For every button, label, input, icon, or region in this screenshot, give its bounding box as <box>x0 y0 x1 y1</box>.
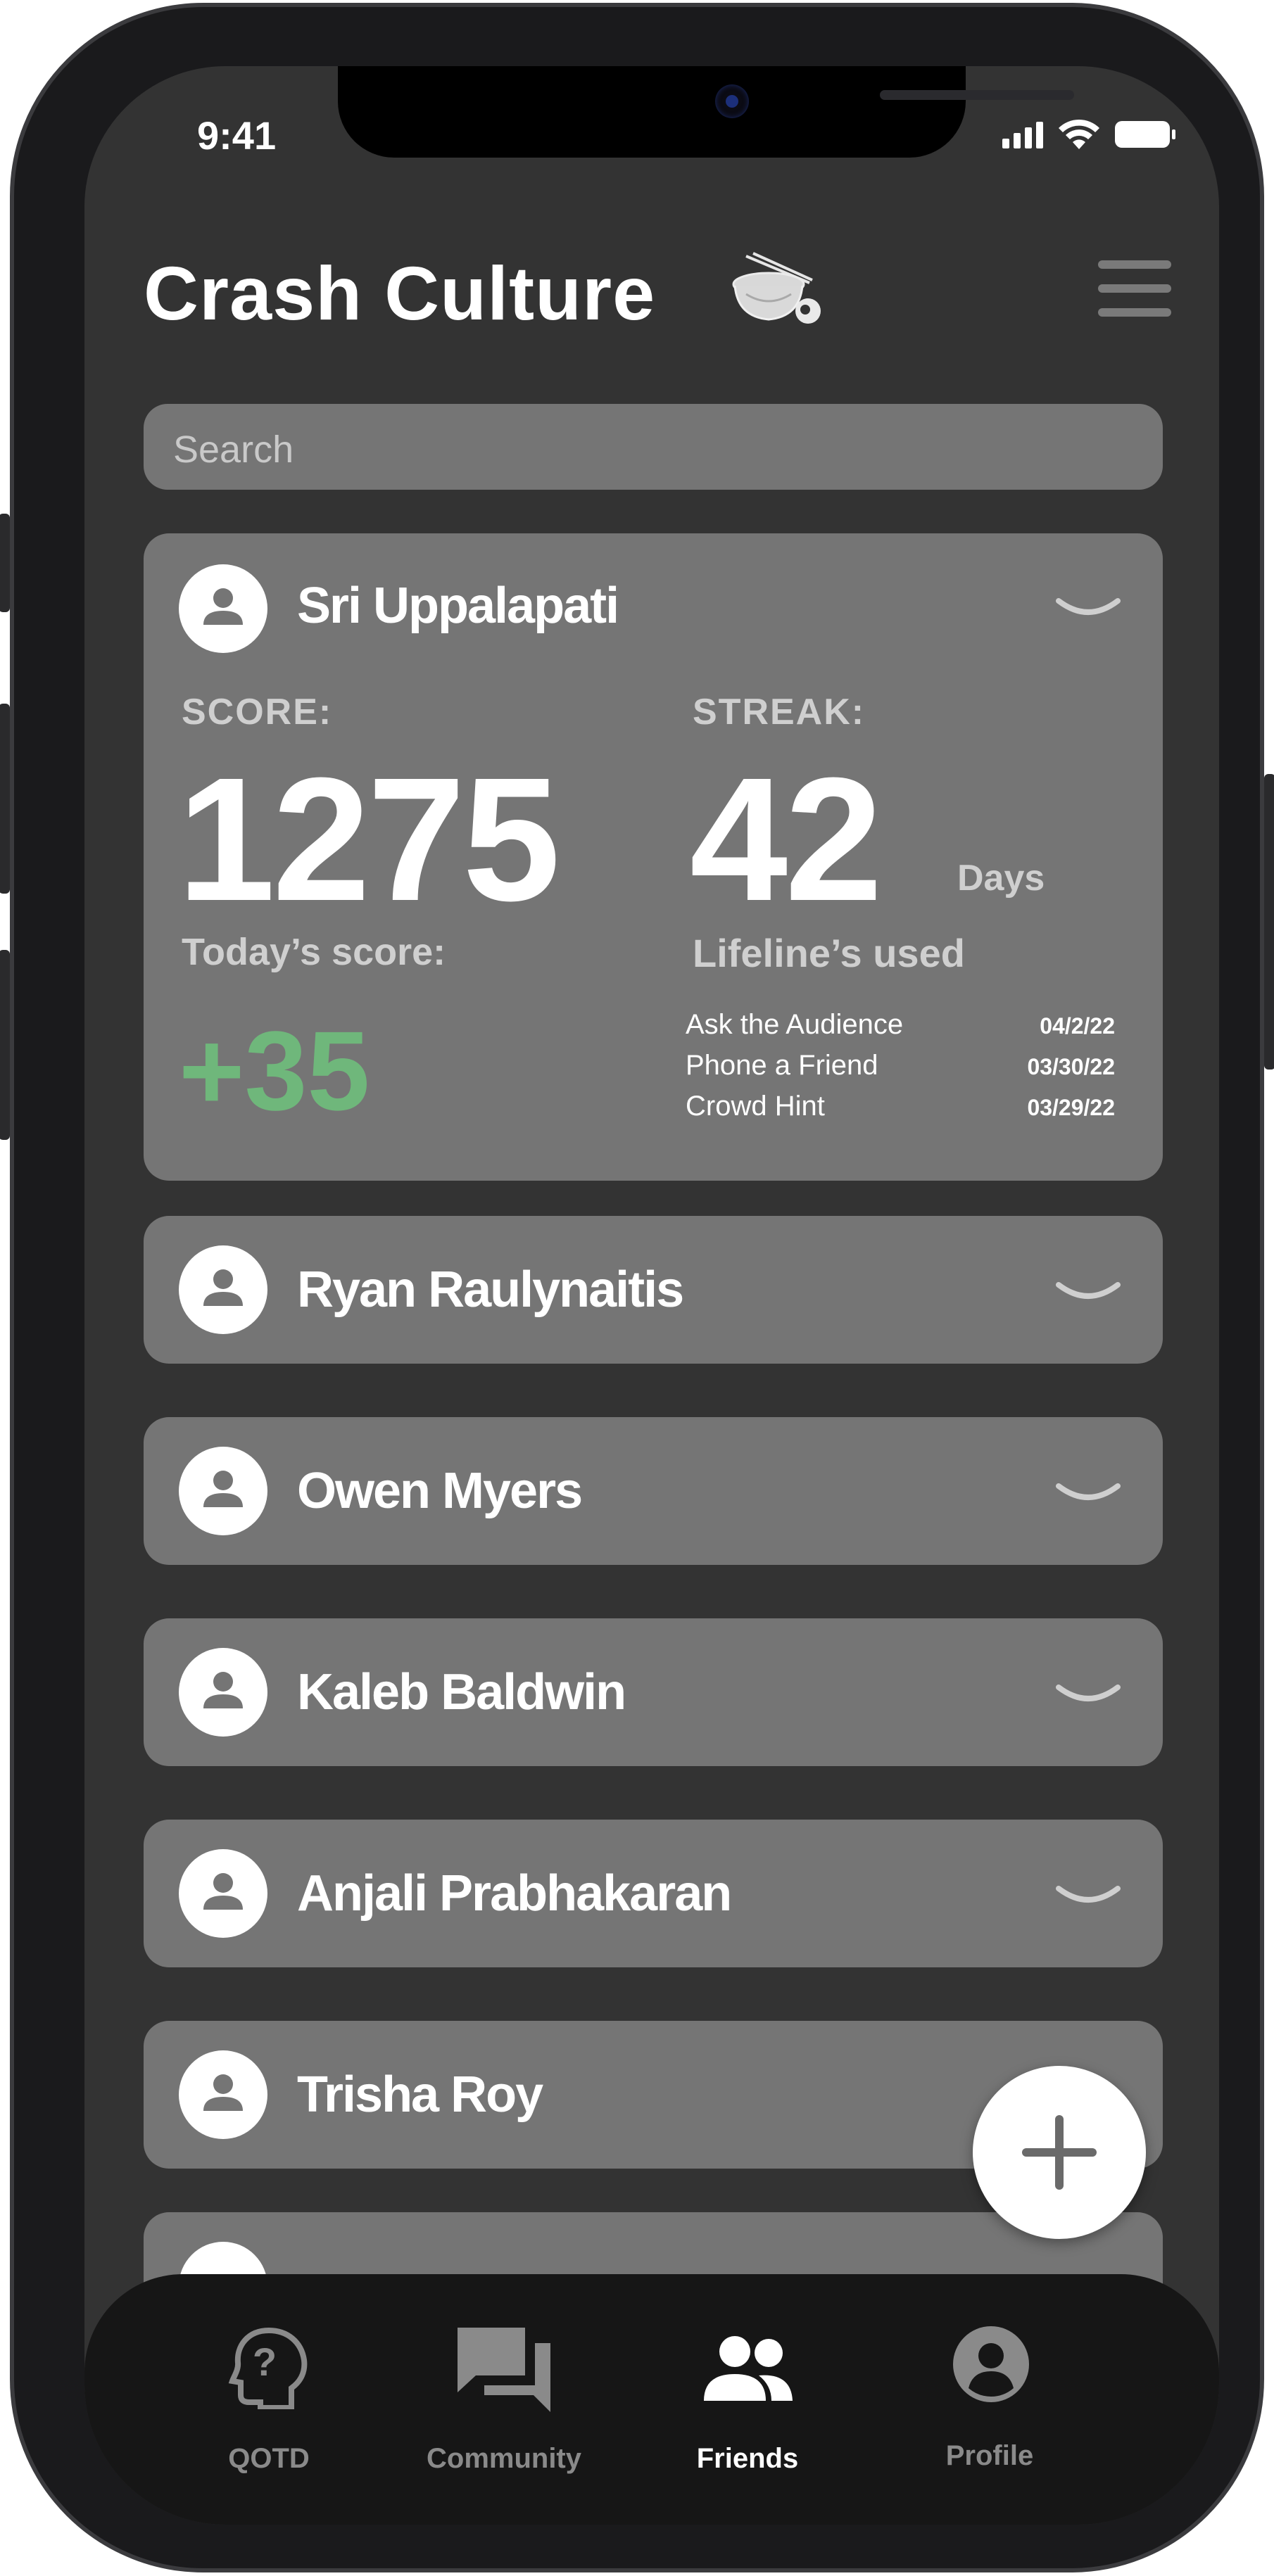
avatar-icon <box>179 1849 267 1938</box>
status-time: 9:41 <box>197 113 277 158</box>
score-label: SCORE: <box>182 692 333 732</box>
chevron-down-icon[interactable] <box>1054 1880 1122 1911</box>
today-score-value: +35 <box>179 1008 370 1134</box>
svg-text:?: ? <box>253 2340 277 2384</box>
lifeline-name: Ask the Audience <box>686 1009 904 1040</box>
friend-name: Kaleb Baldwin <box>297 1664 626 1720</box>
lifeline-row: Ask the Audience 04/2/22 <box>686 1009 1115 1041</box>
lifeline-date: 03/30/22 <box>1027 1054 1115 1079</box>
avatar-icon <box>179 2050 267 2139</box>
add-friend-button[interactable] <box>973 2066 1146 2239</box>
chevron-down-icon[interactable] <box>1054 1276 1122 1307</box>
hamburger-menu-icon[interactable] <box>1098 260 1171 317</box>
chevron-up-icon[interactable] <box>1054 592 1122 623</box>
friend-card[interactable]: Owen Myers <box>144 1417 1163 1565</box>
friend-name: Anjali Prabhakaran <box>297 1865 732 1922</box>
notch <box>338 66 1074 158</box>
streak-value: 42 <box>690 741 883 937</box>
tab-label: Friends <box>696 2443 799 2474</box>
people-icon <box>704 2336 793 2401</box>
lifeline-name: Crowd Hint <box>686 1091 825 1122</box>
battery-icon <box>1115 121 1175 148</box>
avatar-icon <box>179 1447 267 1535</box>
chevron-down-icon[interactable] <box>1054 1679 1122 1710</box>
chat-bubbles-icon <box>458 2328 550 2412</box>
friend-name: Ryan Raulynaitis <box>297 1262 684 1318</box>
front-camera <box>715 84 749 118</box>
mute-switch <box>0 514 10 612</box>
speaker <box>880 90 1074 100</box>
friend-name: Trisha Roy <box>297 2067 543 2123</box>
status-icons <box>1002 118 1175 151</box>
device-frame: 9:41 Crash Culture Search Sri Uppalapati… <box>0 3 1274 2572</box>
lifeline-row: Crowd Hint 03/29/22 <box>686 1091 1115 1122</box>
friend-card[interactable]: Kaleb Baldwin <box>144 1618 1163 1766</box>
cellular-signal-icon <box>1002 120 1043 148</box>
lifeline-date: 03/29/22 <box>1027 1095 1115 1120</box>
power-button <box>1264 774 1274 1070</box>
lifeline-row: Phone a Friend 03/30/22 <box>686 1050 1115 1081</box>
volume-up-button <box>0 704 10 894</box>
app-title: Crash Culture <box>144 250 656 336</box>
friend-card[interactable]: Anjali Prabhakaran <box>144 1820 1163 1967</box>
tab-label: QOTD <box>228 2443 310 2474</box>
tab-label: Profile <box>945 2440 1034 2471</box>
friend-card[interactable]: Ryan Raulynaitis <box>144 1216 1163 1364</box>
ramen-bowl-logo-icon <box>732 252 821 324</box>
app-screen: 9:41 Crash Culture Search Sri Uppalapati… <box>84 66 1219 2525</box>
friend-card-expanded[interactable]: Sri Uppalapati SCORE: STREAK: 1275 42 Da… <box>144 533 1163 1181</box>
avatar-icon <box>179 1245 267 1334</box>
tab-label: Community <box>427 2443 581 2474</box>
lifeline-date: 04/2/22 <box>1040 1013 1115 1039</box>
streak-unit: Days <box>957 858 1045 899</box>
today-score-label: Today’s score: <box>182 931 446 973</box>
wifi-icon <box>1059 119 1099 149</box>
profile-icon <box>953 2326 1029 2402</box>
streak-label: STREAK: <box>693 692 866 732</box>
volume-down-button <box>0 950 10 1140</box>
question-head-icon: ? <box>228 2327 308 2409</box>
score-value: 1275 <box>177 741 560 937</box>
avatar-icon <box>179 564 267 653</box>
lifelines-title: Lifeline’s used <box>693 931 965 975</box>
friend-name: Owen Myers <box>297 1463 583 1519</box>
friend-name: Sri Uppalapati <box>297 578 619 634</box>
plus-icon <box>1022 2115 1097 2190</box>
chevron-down-icon[interactable] <box>1054 1478 1122 1509</box>
avatar-icon <box>179 1648 267 1737</box>
search-input[interactable]: Search <box>144 404 1163 490</box>
bottom-tab-bar: ? QOTD Community Friends Profile <box>84 2274 1219 2525</box>
search-placeholder: Search <box>173 429 294 471</box>
lifeline-name: Phone a Friend <box>686 1050 878 1081</box>
